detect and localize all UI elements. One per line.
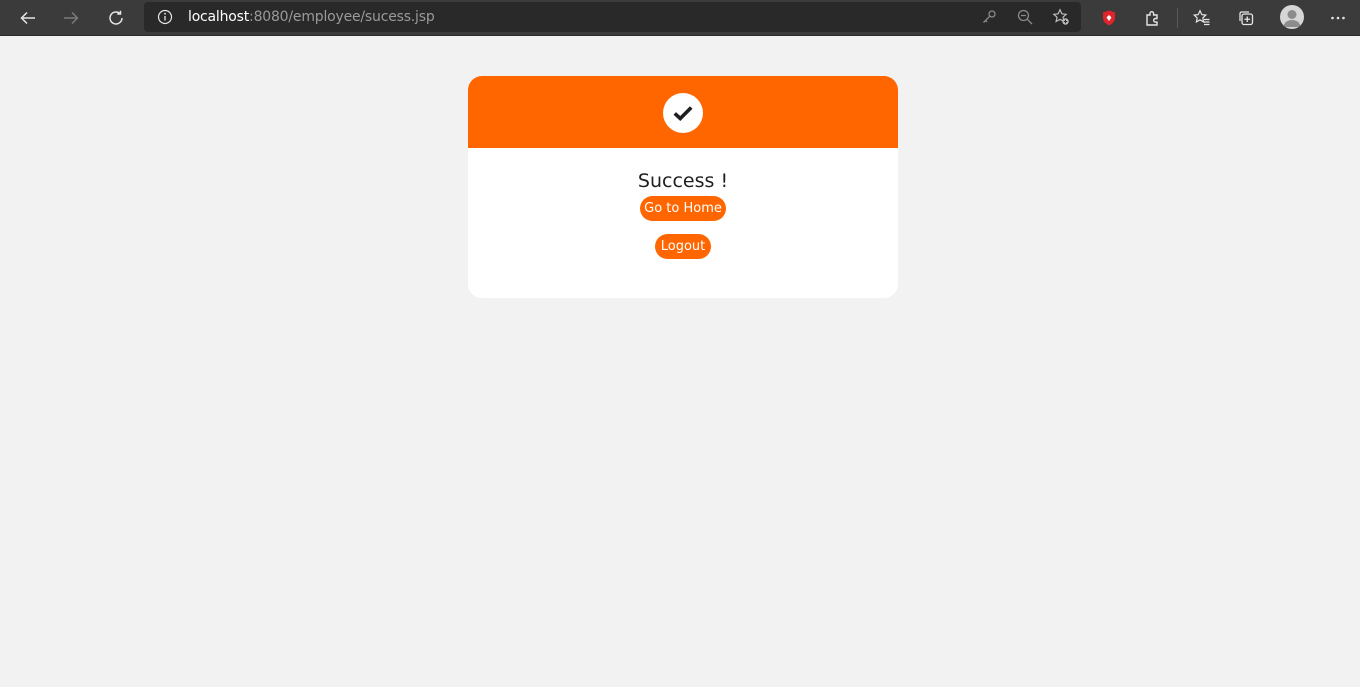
zoom-out-icon[interactable] [1016, 8, 1034, 26]
key-icon[interactable] [980, 8, 998, 26]
browser-toolbar: localhost:8080/employee/sucess.jsp [0, 0, 1360, 36]
more-icon[interactable] [1324, 4, 1352, 32]
url-text[interactable]: localhost:8080/employee/sucess.jsp [188, 9, 435, 25]
collections-icon[interactable] [1232, 4, 1260, 32]
site-info-icon[interactable] [157, 9, 173, 25]
logout-button[interactable]: Logout [655, 234, 711, 259]
favorites-icon[interactable] [1188, 4, 1216, 32]
success-card: Success ! Go to Home Logout [468, 76, 898, 298]
back-icon[interactable] [14, 4, 42, 32]
toolbar-separator [1177, 8, 1178, 28]
check-badge [663, 93, 703, 133]
card-header [468, 76, 898, 148]
add-favorite-icon[interactable] [1052, 8, 1070, 26]
extensions-icon[interactable] [1139, 4, 1167, 32]
page-title: Success ! [637, 170, 729, 192]
shield-extension-icon[interactable] [1095, 4, 1123, 32]
forward-icon[interactable] [57, 4, 85, 32]
profile-icon[interactable] [1280, 5, 1304, 29]
address-bar[interactable]: localhost:8080/employee/sucess.jsp [144, 2, 1081, 32]
refresh-icon[interactable] [102, 4, 130, 32]
go-to-home-button[interactable]: Go to Home [640, 196, 726, 221]
check-icon [673, 106, 693, 122]
